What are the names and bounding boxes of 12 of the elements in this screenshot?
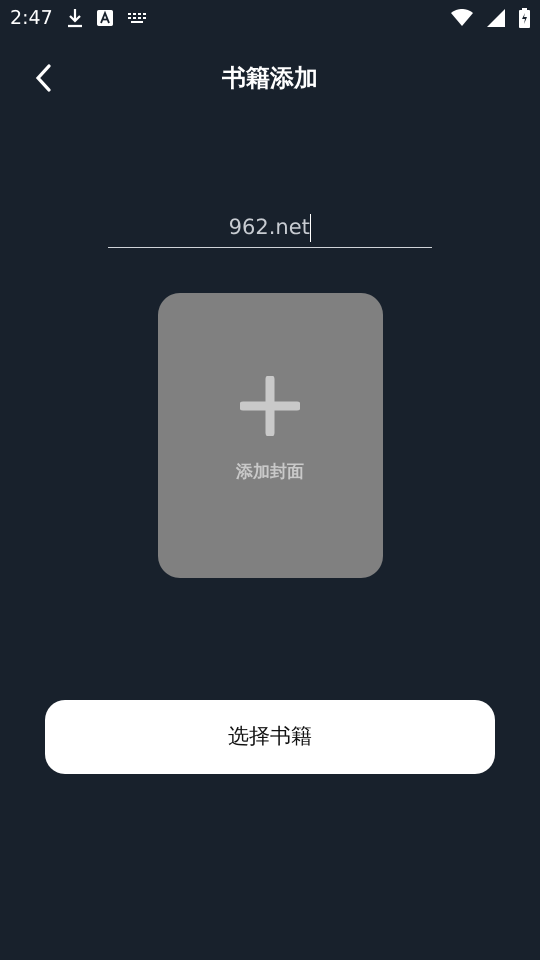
- status-time: 2:47: [10, 6, 53, 31]
- plus-icon: [240, 376, 300, 436]
- download-icon: [66, 8, 83, 28]
- page-title: 书籍添加: [222, 63, 318, 94]
- wifi-icon: [451, 9, 473, 27]
- text-icon: [96, 10, 113, 26]
- signal-icon: [487, 9, 505, 27]
- keyboard-icon: [126, 12, 147, 24]
- book-name-field[interactable]: 962.net: [108, 208, 432, 248]
- back-icon: [34, 63, 52, 93]
- select-book-button[interactable]: 选择书籍: [45, 700, 495, 774]
- battery-icon: [519, 8, 530, 28]
